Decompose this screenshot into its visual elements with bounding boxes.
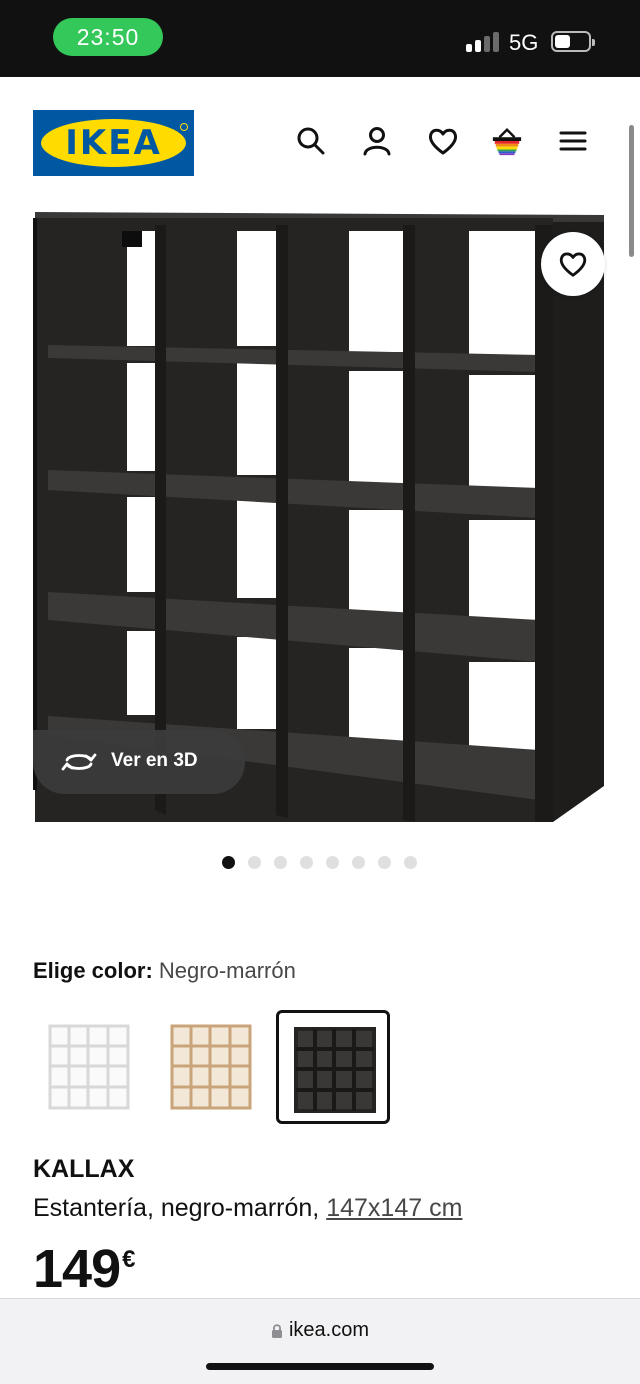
battery-icon: [551, 31, 595, 52]
basket-icon[interactable]: [491, 125, 523, 157]
carousel-dots: [220, 856, 420, 870]
carousel-dot[interactable]: [248, 856, 261, 869]
color-swatch-white[interactable]: [33, 1010, 147, 1124]
carousel-dot[interactable]: [300, 856, 313, 869]
status-bar: 23:50 5G: [0, 0, 640, 77]
shelf-thumbnail-black-brown: [294, 1027, 376, 1113]
user-icon[interactable]: [361, 125, 393, 157]
rotate-3d-icon: [61, 753, 97, 771]
shelf-thumbnail-oak: [170, 1024, 252, 1110]
color-swatch-black-brown[interactable]: [276, 1010, 390, 1124]
color-label-title: Elige color:: [33, 958, 153, 983]
status-time: 23:50: [53, 18, 163, 56]
carousel-dot[interactable]: [404, 856, 417, 869]
view-in-3d-label: Ver en 3D: [111, 750, 198, 771]
heart-icon: [559, 252, 587, 277]
add-to-favourites-button[interactable]: [541, 232, 605, 296]
url-text: ikea.com: [288, 1319, 370, 1341]
carousel-dot[interactable]: [378, 856, 391, 869]
color-chooser-label: Elige color: Negro-marrón: [33, 958, 296, 984]
product-description: Estantería, negro-marrón, 147x147 cm: [33, 1194, 462, 1223]
product-measurements-link[interactable]: 147x147 cm: [326, 1194, 462, 1222]
product-price: 149€: [33, 1238, 135, 1300]
search-icon[interactable]: [295, 125, 327, 157]
home-indicator[interactable]: [206, 1363, 434, 1370]
product-description-text: Estantería, negro-marrón,: [33, 1194, 320, 1222]
shelf-thumbnail-white: [48, 1024, 130, 1110]
logo-wordmark: IKEA: [65, 123, 162, 163]
url-display[interactable]: ikea.com: [0, 1319, 640, 1342]
selected-color-value: Negro-marrón: [158, 958, 296, 983]
ikea-logo[interactable]: IKEA: [33, 110, 194, 176]
price-currency: €: [122, 1246, 135, 1273]
color-swatch-oak[interactable]: [155, 1010, 269, 1124]
network-label: 5G: [509, 30, 539, 55]
carousel-dot[interactable]: [352, 856, 365, 869]
browser-address-bar[interactable]: ikea.com: [0, 1298, 640, 1384]
carousel-dot[interactable]: [222, 856, 235, 869]
view-in-3d-button[interactable]: Ver en 3D: [33, 730, 245, 794]
heart-icon[interactable]: [427, 125, 459, 157]
lock-icon: [271, 1324, 282, 1338]
price-amount: 149: [33, 1239, 121, 1299]
menu-icon[interactable]: [557, 125, 589, 157]
site-header: IKEA: [0, 77, 640, 207]
product-name: KALLAX: [33, 1155, 135, 1183]
carousel-dot[interactable]: [274, 856, 287, 869]
signal-icon: [466, 30, 500, 52]
carousel-dot[interactable]: [326, 856, 339, 869]
